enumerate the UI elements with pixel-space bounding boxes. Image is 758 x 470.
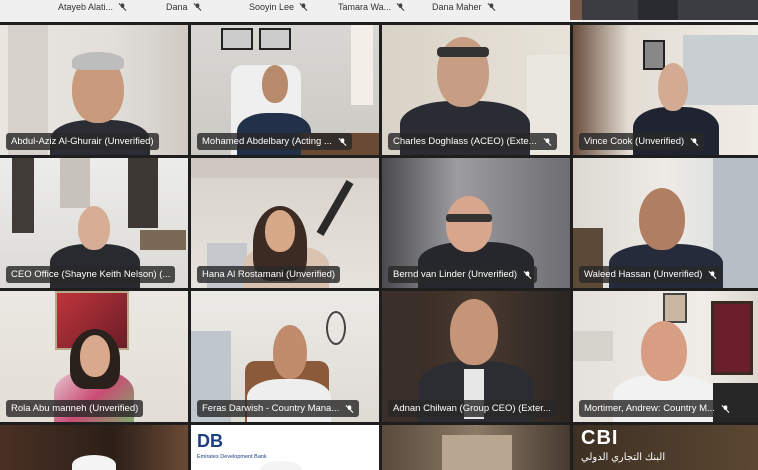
- muted-mic-icon: [338, 137, 347, 146]
- video-tile[interactable]: [0, 425, 188, 470]
- participant-name: Dana Maher: [432, 2, 482, 12]
- participant-name: Waleed Hassan (Unverified): [584, 269, 703, 280]
- person-head: [658, 63, 688, 111]
- ceiling: [191, 158, 379, 178]
- glasses: [437, 47, 489, 57]
- participant-name: Feras Darwish - Country Mana...: [202, 403, 340, 414]
- wall-frame: [663, 293, 687, 323]
- participant-nameplate: Rola Abu manneh (Unverified): [6, 400, 144, 417]
- participant-nameplate: Feras Darwish - Country Mana...: [197, 400, 360, 417]
- video-tile[interactable]: Vince Cook (Unverified): [573, 25, 758, 155]
- door: [128, 158, 158, 228]
- video-tile[interactable]: Rola Abu manneh (Unverified): [0, 291, 188, 422]
- muted-mic-icon: [523, 270, 532, 279]
- person-head: [446, 196, 492, 252]
- flag: [351, 25, 373, 105]
- top-participant[interactable]: Dana Maher: [432, 0, 496, 14]
- participant-nameplate: Vince Cook (Unverified): [579, 133, 705, 150]
- muted-mic-icon: [193, 3, 201, 11]
- participant-name: Vince Cook (Unverified): [584, 136, 685, 147]
- video-tile[interactable]: Mortimer, Andrew: Country M...: [573, 291, 758, 422]
- person-head: [450, 299, 498, 365]
- video-tile[interactable]: Mohamed Abdelbary (Acting ...: [191, 25, 379, 155]
- wall-frame: [259, 28, 291, 50]
- participant-name: Charles Doghlass (ACEO) (Exte...: [393, 136, 537, 147]
- door: [12, 158, 34, 233]
- participant-nameplate: Mortimer, Andrew: Country M...: [579, 400, 735, 417]
- desk-item: [573, 331, 613, 361]
- person-headwear: [72, 455, 116, 470]
- video-tile[interactable]: Bernd van Linder (Unverified): [382, 158, 570, 288]
- wall-frame: [221, 28, 253, 50]
- top-participant[interactable]: Sooyin Lee: [249, 0, 308, 14]
- participant-name: Tamara Wa...: [338, 2, 392, 12]
- muted-mic-icon: [721, 404, 730, 413]
- muted-mic-icon: [543, 137, 552, 146]
- participant-name: Sooyin Lee: [249, 2, 295, 12]
- video-tile[interactable]: Adnan Chilwan (Group CEO) (Exter...: [382, 291, 570, 422]
- participant-nameplate: Hana Al Rostamani (Unverified): [197, 266, 341, 283]
- participant-name: Hana Al Rostamani (Unverified): [202, 269, 336, 280]
- person-head: [641, 321, 687, 381]
- person-headwear: [261, 461, 301, 470]
- video-background: [570, 0, 582, 20]
- glasses: [446, 214, 492, 222]
- person-silhouette: [638, 0, 678, 20]
- muted-mic-icon: [396, 3, 405, 11]
- bank-logo-subtitle: Emirates Development Bank: [197, 454, 267, 460]
- participant-nameplate: Mohamed Abdelbary (Acting ...: [197, 133, 352, 150]
- participant-name: Atayeb Alati...: [58, 2, 114, 12]
- video-tile[interactable]: Charles Doghlass (ACEO) (Exte...: [382, 25, 570, 155]
- participant-name: Dana: [166, 2, 188, 12]
- person-head: [262, 65, 288, 103]
- muted-mic-icon: [487, 3, 496, 11]
- person-head: [80, 335, 110, 377]
- window: [683, 35, 758, 105]
- muted-mic-icon: [118, 3, 127, 11]
- video-tile[interactable]: Waleed Hassan (Unverified): [573, 158, 758, 288]
- participant-name: Mortimer, Andrew: Country M...: [584, 403, 715, 414]
- participant-name: Adnan Chilwan (Group CEO) (Exter...: [393, 403, 551, 414]
- participant-name: Abdul-Aziz Al-Ghurair (Unverified): [11, 136, 154, 147]
- participant-nameplate: Waleed Hassan (Unverified): [579, 266, 723, 283]
- top-participant[interactable]: Dana: [166, 0, 202, 14]
- muted-mic-icon: [690, 137, 699, 146]
- participant-nameplate: CEO Office (Shayne Keith Nelson) (...: [6, 266, 176, 283]
- participant-name: Rola Abu manneh (Unverified): [11, 403, 139, 414]
- shelf-items: [442, 435, 512, 470]
- shelf: [140, 230, 186, 250]
- top-participant[interactable]: Tamara Wa...: [338, 0, 405, 14]
- framed-jersey: [711, 301, 753, 375]
- wall-frame: [643, 40, 665, 70]
- muted-mic-icon: [299, 3, 308, 11]
- person-head: [265, 210, 295, 252]
- person-head: [273, 325, 307, 379]
- participant-nameplate: Charles Doghlass (ACEO) (Exte...: [388, 133, 557, 150]
- participant-name: Mohamed Abdelbary (Acting ...: [202, 136, 332, 147]
- person-head: [639, 188, 685, 250]
- video-tile[interactable]: Hana Al Rostamani (Unverified): [191, 158, 379, 288]
- bank-logo: DB: [197, 431, 223, 451]
- window: [60, 158, 90, 208]
- person-head: [78, 206, 110, 250]
- video-tile[interactable]: DB Emirates Development Bank: [191, 425, 379, 470]
- participant-nameplate: Abdul-Aziz Al-Ghurair (Unverified): [6, 133, 159, 150]
- hair: [72, 52, 124, 70]
- video-tile[interactable]: Abdul-Aziz Al-Ghurair (Unverified): [0, 25, 188, 155]
- bank-logo: CBI: [581, 427, 619, 449]
- participant-nameplate: Adnan Chilwan (Group CEO) (Exter...: [388, 400, 556, 417]
- video-tile[interactable]: CBI البنك التجاري الدولي: [573, 425, 758, 470]
- video-tile[interactable]: [382, 425, 570, 470]
- participant-name: CEO Office (Shayne Keith Nelson) (...: [11, 269, 171, 280]
- wall-art: [326, 311, 346, 345]
- top-participant[interactable]: Atayeb Alati...: [58, 0, 127, 14]
- participant-name: Bernd van Linder (Unverified): [393, 269, 518, 280]
- muted-mic-icon: [345, 404, 354, 413]
- bank-logo-arabic: البنك التجاري الدولي: [581, 452, 666, 463]
- video-tile[interactable]: CEO Office (Shayne Keith Nelson) (...: [0, 158, 188, 288]
- muted-mic-icon: [708, 270, 717, 279]
- top-video-thumbnail[interactable]: [570, 0, 758, 20]
- participant-nameplate: Bernd van Linder (Unverified): [388, 266, 538, 283]
- video-tile[interactable]: Feras Darwish - Country Mana...: [191, 291, 379, 422]
